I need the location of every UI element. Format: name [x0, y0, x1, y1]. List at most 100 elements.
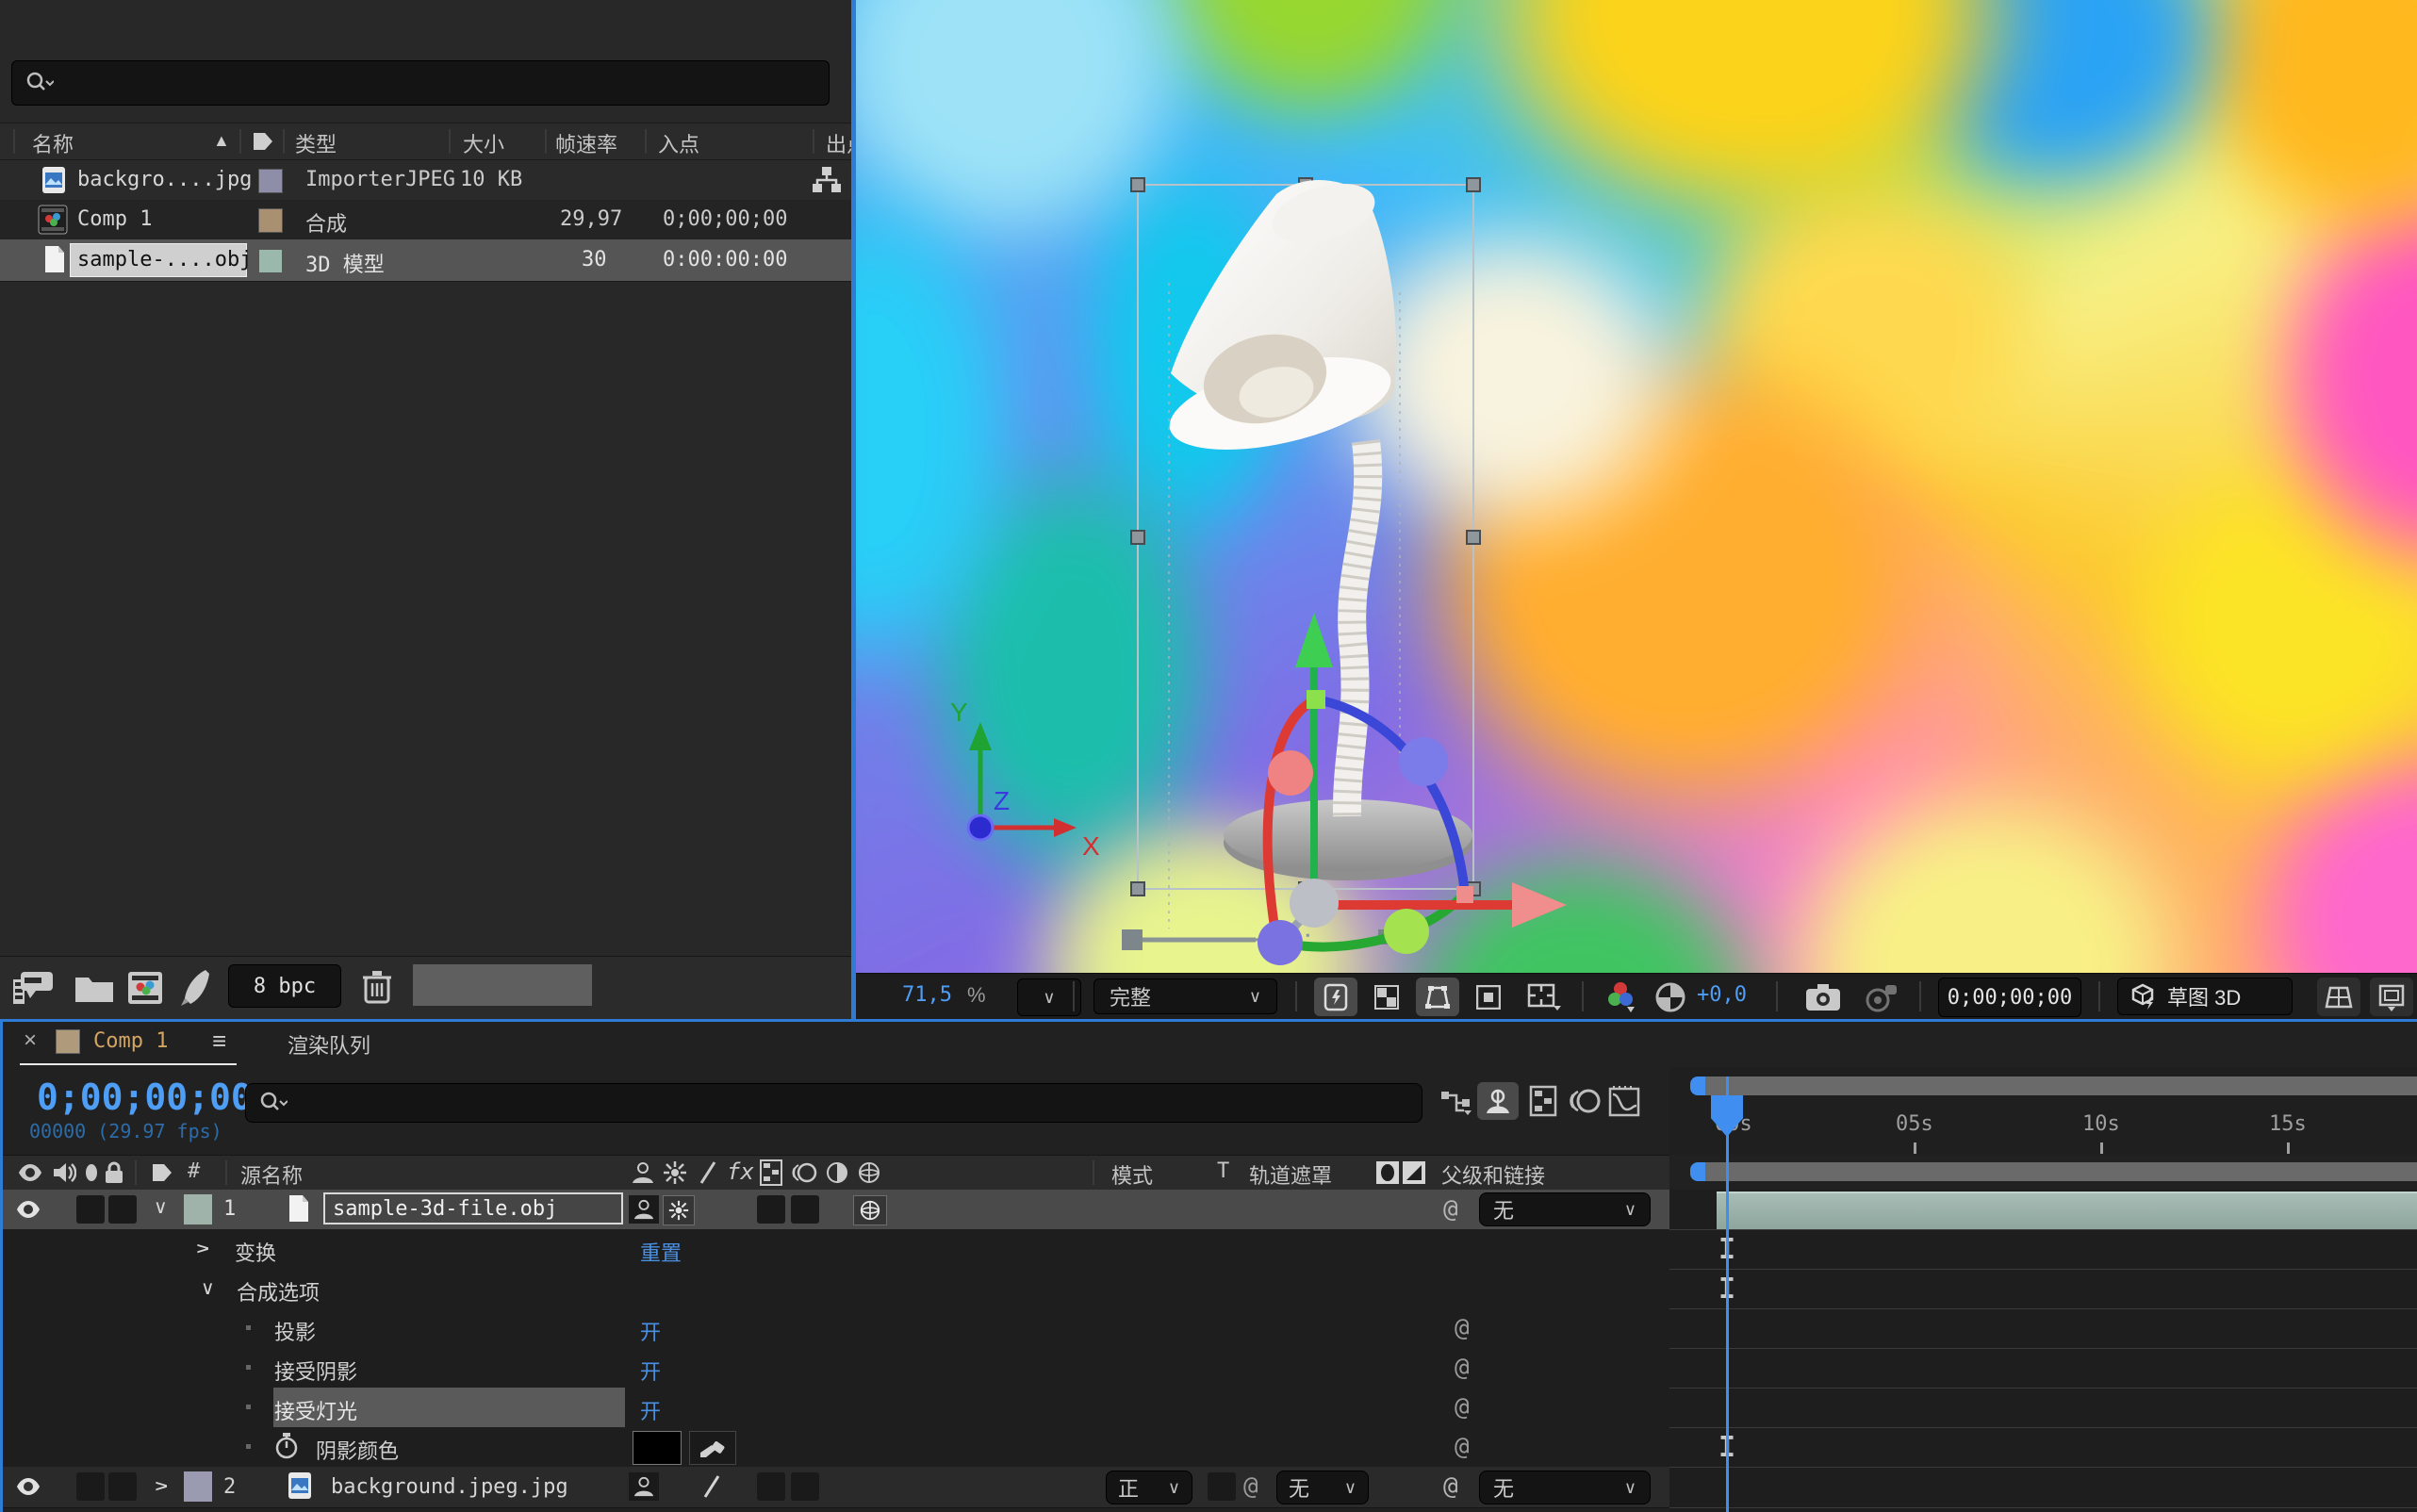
- column-name[interactable]: 名称: [32, 128, 74, 158]
- navigator-start-handle[interactable]: [1690, 1076, 1705, 1095]
- shy-layers-toggle[interactable]: [1477, 1082, 1519, 1120]
- stopwatch-icon[interactable]: [274, 1432, 299, 1460]
- work-area-bar[interactable]: [1702, 1162, 2417, 1181]
- prop-row-comp-options[interactable]: ∨ 合成选项: [3, 1269, 1669, 1309]
- column-inpoint[interactable]: 入点: [658, 128, 699, 158]
- frame-blend-switch[interactable]: [757, 1195, 785, 1224]
- toggle-on-link[interactable]: 开: [640, 1356, 661, 1386]
- project-row-sample-obj[interactable]: sample-....obj 3D 模型 30 0:00:00:00: [0, 239, 851, 282]
- grid-guides-button[interactable]: [2317, 978, 2360, 1016]
- viewer-timecode[interactable]: 0;00;00;00: [1938, 978, 2081, 1017]
- column-size[interactable]: 大小: [463, 128, 504, 158]
- bpc-button[interactable]: 8 bpc: [228, 964, 341, 1008]
- zoom-dropdown[interactable]: ∨: [1017, 978, 1081, 1016]
- layer-row-2[interactable]: ∨ 2 background.jpeg.jpg 正 ∨ @ 无 ∨ @ 无 ∨: [3, 1467, 1669, 1508]
- transparency-grid-button[interactable]: [1365, 978, 1408, 1016]
- frame-blending-toggle[interactable]: [1524, 1084, 1562, 1118]
- expression-pickwhip-icon[interactable]: @: [1455, 1354, 1470, 1382]
- prop-label[interactable]: 接受灯光: [274, 1395, 357, 1425]
- eye-icon[interactable]: [14, 1474, 42, 1499]
- collapse-switch[interactable]: [663, 1195, 695, 1225]
- motion-blur-switch[interactable]: [791, 1195, 819, 1224]
- graph-editor-toggle[interactable]: [1605, 1084, 1643, 1118]
- parent-link-column[interactable]: 父级和链接: [1441, 1159, 1545, 1190]
- prop-row-accept-lights[interactable]: 接受灯光 开 @: [3, 1388, 1669, 1428]
- tab-render-queue[interactable]: 渲染队列: [288, 1029, 370, 1060]
- project-settings-icon[interactable]: [177, 968, 215, 1008]
- channels-button[interactable]: [1597, 979, 1644, 1015]
- twirl-open-icon[interactable]: ∨: [201, 1276, 215, 1300]
- toggle-on-link[interactable]: 开: [640, 1316, 661, 1346]
- expression-pickwhip-icon[interactable]: @: [1455, 1314, 1470, 1342]
- view-options-button[interactable]: [2370, 978, 2413, 1016]
- track-matte-dropdown[interactable]: 无 ∨: [1276, 1471, 1369, 1504]
- prop-label[interactable]: 阴影颜色: [316, 1435, 399, 1465]
- reset-link[interactable]: 重置: [640, 1237, 682, 1267]
- quality-switch[interactable]: [697, 1472, 727, 1501]
- trash-icon[interactable]: [360, 968, 394, 1006]
- item-label-swatch[interactable]: [258, 208, 283, 233]
- usage-flowchart-icon[interactable]: [811, 165, 843, 195]
- tab-menu-icon[interactable]: ≡: [212, 1027, 226, 1056]
- mode-column[interactable]: 模式: [1111, 1159, 1153, 1190]
- audio-switch[interactable]: [76, 1472, 105, 1501]
- layer-row-1[interactable]: ∨ 1 sample-3d-file.obj @ 无 ∨: [3, 1190, 1669, 1230]
- lamp-3d-layer[interactable]: [856, 0, 2417, 973]
- threed-switch[interactable]: [853, 1195, 887, 1225]
- prop-label[interactable]: 合成选项: [237, 1276, 320, 1307]
- layer1-duration-bar[interactable]: [1717, 1192, 2417, 1229]
- project-row-comp1[interactable]: Comp 1 合成 29,97 0;00;00;00: [0, 200, 851, 240]
- zoom-level[interactable]: 71,5: [902, 983, 952, 1007]
- twirl-open-icon[interactable]: ∨: [154, 1195, 168, 1219]
- column-outpoint[interactable]: 出点: [826, 128, 851, 158]
- sort-ascending-icon[interactable]: ▲: [213, 131, 230, 151]
- item-label-swatch[interactable]: [258, 169, 283, 193]
- solo-switch[interactable]: [108, 1195, 137, 1224]
- preserve-transparency-switch[interactable]: [1208, 1472, 1236, 1501]
- prop-row-accept-shadow[interactable]: 接受阴影 开 @: [3, 1348, 1669, 1389]
- project-search-input[interactable]: [11, 60, 830, 106]
- layer-name[interactable]: background.jpeg.jpg: [331, 1475, 568, 1499]
- show-snapshot-icon[interactable]: [1857, 979, 1906, 1015]
- layer-color-swatch[interactable]: [184, 1471, 212, 1502]
- mask-visibility-button[interactable]: [1467, 978, 1510, 1016]
- twirl-closed-icon[interactable]: ∨: [190, 1241, 214, 1256]
- prop-row-cast-shadow[interactable]: 投影 开 @: [3, 1308, 1669, 1349]
- source-name-column[interactable]: 源名称: [240, 1159, 303, 1190]
- label-column-icon[interactable]: [251, 130, 275, 153]
- column-fps[interactable]: 帧速率: [555, 128, 617, 158]
- composition-flowchart-icon[interactable]: [1438, 1086, 1475, 1118]
- exposure-icon[interactable]: [1650, 979, 1691, 1015]
- parent-dropdown[interactable]: 无 ∨: [1479, 1192, 1651, 1226]
- resolution-dropdown[interactable]: 完整 ∨: [1093, 978, 1277, 1014]
- audio-switch[interactable]: [76, 1195, 105, 1224]
- motion-blur-toggle[interactable]: [1566, 1084, 1603, 1118]
- timeline-search-input[interactable]: [245, 1083, 1422, 1123]
- fast-preview-button[interactable]: [1314, 978, 1357, 1016]
- item-label-swatch[interactable]: [258, 249, 283, 273]
- layer-name-edit-box[interactable]: sample-3d-file.obj: [323, 1192, 623, 1224]
- eyedropper-icon[interactable]: [689, 1431, 736, 1465]
- blend-mode-dropdown[interactable]: 正 ∨: [1106, 1471, 1192, 1504]
- work-area-start-handle[interactable]: [1690, 1162, 1705, 1181]
- prop-row-shadow-color[interactable]: 阴影颜色 @: [3, 1427, 1669, 1468]
- current-timecode[interactable]: 0;00;00;00: [37, 1076, 253, 1118]
- motion-blur-switch[interactable]: [791, 1472, 819, 1501]
- parent-dropdown[interactable]: 无 ∨: [1479, 1471, 1651, 1504]
- prop-label[interactable]: 投影: [274, 1316, 316, 1346]
- shadow-color-swatch[interactable]: [633, 1431, 682, 1465]
- expression-pickwhip-icon[interactable]: @: [1455, 1433, 1470, 1461]
- interpret-footage-icon[interactable]: [11, 970, 55, 1006]
- project-row-background[interactable]: backgro....jpg ImporterJPEG 10 KB: [0, 160, 851, 201]
- solo-switch[interactable]: [108, 1472, 137, 1501]
- shy-switch[interactable]: [629, 1195, 659, 1224]
- track-matte-column[interactable]: 轨道遮罩: [1249, 1159, 1332, 1190]
- prop-label[interactable]: 变换: [235, 1237, 276, 1267]
- parent-pickwhip-icon[interactable]: @: [1443, 1472, 1458, 1501]
- shy-switch[interactable]: [629, 1472, 659, 1501]
- project-horizontal-scrollbar[interactable]: [413, 964, 592, 1006]
- tab-close-icon[interactable]: ×: [24, 1027, 37, 1054]
- layer-color-swatch[interactable]: [184, 1194, 212, 1224]
- eye-icon[interactable]: [14, 1197, 42, 1222]
- exposure-value[interactable]: +0,0: [1697, 983, 1747, 1007]
